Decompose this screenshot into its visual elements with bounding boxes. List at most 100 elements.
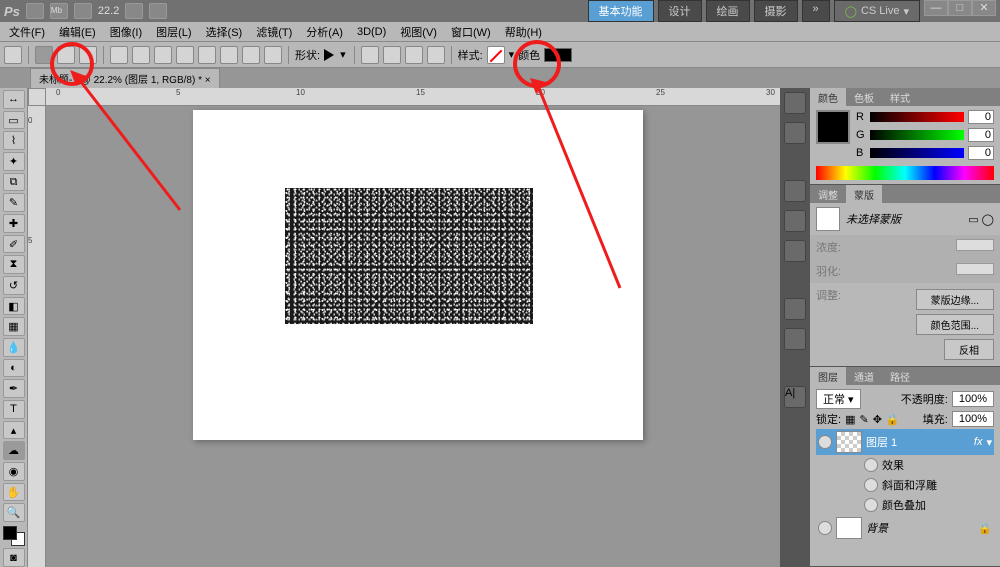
workspace-more[interactable]: » — [802, 0, 830, 22]
document-tab[interactable]: 未标题-1 @ 22.2% (图层 1, RGB/8) * × — [30, 68, 220, 88]
layer-row-bg[interactable]: 背景 🔒 — [816, 515, 994, 541]
char-panel-icon[interactable] — [784, 298, 806, 320]
type-tool-icon[interactable]: T — [3, 400, 25, 419]
history-brush-icon[interactable]: ↺ — [3, 276, 25, 295]
green-value[interactable]: 0 — [968, 128, 994, 142]
hand-tool-icon[interactable]: ✋ — [3, 483, 25, 502]
menu-edit[interactable]: 编辑(E) — [54, 22, 101, 42]
combine-subtract-icon[interactable] — [383, 46, 401, 64]
move-tool-icon[interactable]: ↔ — [3, 90, 25, 109]
zoom-tool-icon[interactable]: 🔍 — [3, 503, 25, 522]
dodge-tool-icon[interactable]: ◐ — [3, 359, 25, 378]
arrange-icon[interactable] — [125, 3, 143, 19]
shape-tool-icon[interactable]: ☁ — [3, 441, 25, 460]
color-swatch[interactable] — [544, 48, 572, 62]
menu-filter[interactable]: 滤镜(T) — [251, 22, 297, 42]
eyedropper-tool-icon[interactable]: ✎ — [3, 193, 25, 212]
custom-shape-icon[interactable] — [264, 46, 282, 64]
fill-field[interactable]: 100% — [952, 411, 994, 427]
maximize-button[interactable]: □ — [948, 0, 972, 16]
shape-preview-icon[interactable] — [324, 49, 334, 61]
channels-tab[interactable]: 通道 — [846, 367, 882, 385]
gradient-tool-icon[interactable]: ▦ — [3, 317, 25, 336]
menu-analyze[interactable]: 分析(A) — [301, 22, 348, 42]
pen-icon[interactable] — [110, 46, 128, 64]
mask-thumb[interactable] — [816, 207, 840, 231]
line-shape-icon[interactable] — [242, 46, 260, 64]
shape-layers-icon[interactable] — [35, 46, 53, 64]
menu-view[interactable]: 视图(V) — [395, 22, 442, 42]
blend-mode-select[interactable]: 正常 ▾ — [816, 389, 861, 409]
red-slider[interactable] — [870, 112, 964, 122]
layer-thumb[interactable] — [836, 431, 862, 453]
fill-pixels-icon[interactable] — [79, 46, 97, 64]
quickmask-icon[interactable]: ◙ — [3, 548, 25, 567]
freeform-pen-icon[interactable] — [132, 46, 150, 64]
fx-effects[interactable]: 效果 — [816, 455, 994, 475]
workspace-photo[interactable]: 摄影 — [754, 0, 798, 22]
history-panel-icon[interactable] — [784, 92, 806, 114]
fx-bevel[interactable]: 斜面和浮雕 — [816, 475, 994, 495]
opacity-field[interactable]: 100% — [952, 391, 994, 407]
lock-paint-icon[interactable]: ✎ — [859, 413, 868, 426]
swatches-tab[interactable]: 色板 — [846, 88, 882, 106]
clone-panel-icon[interactable] — [784, 210, 806, 232]
mask-tab[interactable]: 蒙版 — [846, 185, 882, 203]
color-tab[interactable]: 颜色 — [810, 88, 846, 106]
blue-slider[interactable] — [870, 148, 964, 158]
tool-preset-icon[interactable] — [4, 46, 22, 64]
blue-value[interactable]: 0 — [968, 146, 994, 160]
ruler-horizontal[interactable]: 0 5 10 15 20 25 30 — [46, 88, 780, 106]
pen-tool-icon[interactable]: ✒ — [3, 379, 25, 398]
ruler-origin[interactable] — [28, 88, 46, 106]
close-button[interactable]: ✕ — [972, 0, 996, 16]
visibility-toggle-bg[interactable] — [818, 521, 832, 535]
workspace-basic[interactable]: 基本功能 — [588, 0, 654, 22]
mask-edge-button[interactable]: 蒙版边缘... — [916, 289, 994, 310]
marquee-tool-icon[interactable]: ▭ — [3, 111, 25, 130]
screen-mode-icon[interactable] — [74, 3, 92, 19]
heal-tool-icon[interactable]: ✚ — [3, 214, 25, 233]
blur-tool-icon[interactable]: 💧 — [3, 338, 25, 357]
extras-icon[interactable] — [149, 3, 167, 19]
stamp-tool-icon[interactable]: ⧗ — [3, 255, 25, 274]
green-slider[interactable] — [870, 130, 964, 140]
polygon-shape-icon[interactable] — [220, 46, 238, 64]
color-picker[interactable] — [3, 526, 25, 546]
bg-thumb[interactable] — [836, 517, 862, 539]
bridge-icon[interactable] — [26, 3, 44, 19]
menu-image[interactable]: 图像(I) — [105, 22, 147, 42]
style-none-icon[interactable] — [487, 46, 505, 64]
lock-all-icon[interactable]: 🔒 — [886, 413, 900, 426]
menu-help[interactable]: 帮助(H) — [500, 22, 547, 42]
lock-move-icon[interactable]: ✥ — [873, 413, 882, 426]
combine-intersect-icon[interactable] — [405, 46, 423, 64]
menu-file[interactable]: 文件(F) — [4, 22, 50, 42]
zoom-value[interactable]: 22.2 — [98, 5, 119, 17]
lock-trans-icon[interactable]: ▦ — [845, 413, 855, 426]
paths-tab[interactable]: 路径 — [882, 367, 918, 385]
layers-tab[interactable]: 图层 — [810, 367, 846, 385]
red-value[interactable]: 0 — [968, 110, 994, 124]
wand-tool-icon[interactable]: ✦ — [3, 152, 25, 171]
visibility-toggle[interactable] — [818, 435, 832, 449]
menu-3d[interactable]: 3D(D) — [352, 24, 391, 40]
brush-panel-icon[interactable] — [784, 180, 806, 202]
fx-color-overlay[interactable]: 颜色叠加 — [816, 495, 994, 515]
styles-tab[interactable]: 样式 — [882, 88, 918, 106]
layer-row-1[interactable]: 图层 1 fx▾ — [816, 429, 994, 455]
workspace-paint[interactable]: 绘画 — [706, 0, 750, 22]
brush2-panel-icon[interactable] — [784, 240, 806, 262]
cslive-button[interactable]: ◯CS Live▾ — [834, 0, 920, 22]
ellipse-shape-icon[interactable] — [198, 46, 216, 64]
rect-shape-icon[interactable] — [154, 46, 172, 64]
menu-window[interactable]: 窗口(W) — [446, 22, 496, 42]
nav-panel-icon[interactable]: A| — [784, 386, 806, 408]
crop-tool-icon[interactable]: ⧉ — [3, 173, 25, 192]
combine-exclude-icon[interactable] — [427, 46, 445, 64]
menu-layer[interactable]: 图层(L) — [151, 22, 196, 42]
menu-select[interactable]: 选择(S) — [201, 22, 248, 42]
actions-panel-icon[interactable] — [784, 122, 806, 144]
brush-tool-icon[interactable]: ✐ — [3, 235, 25, 254]
3d-tool-icon[interactable]: ◉ — [3, 462, 25, 481]
